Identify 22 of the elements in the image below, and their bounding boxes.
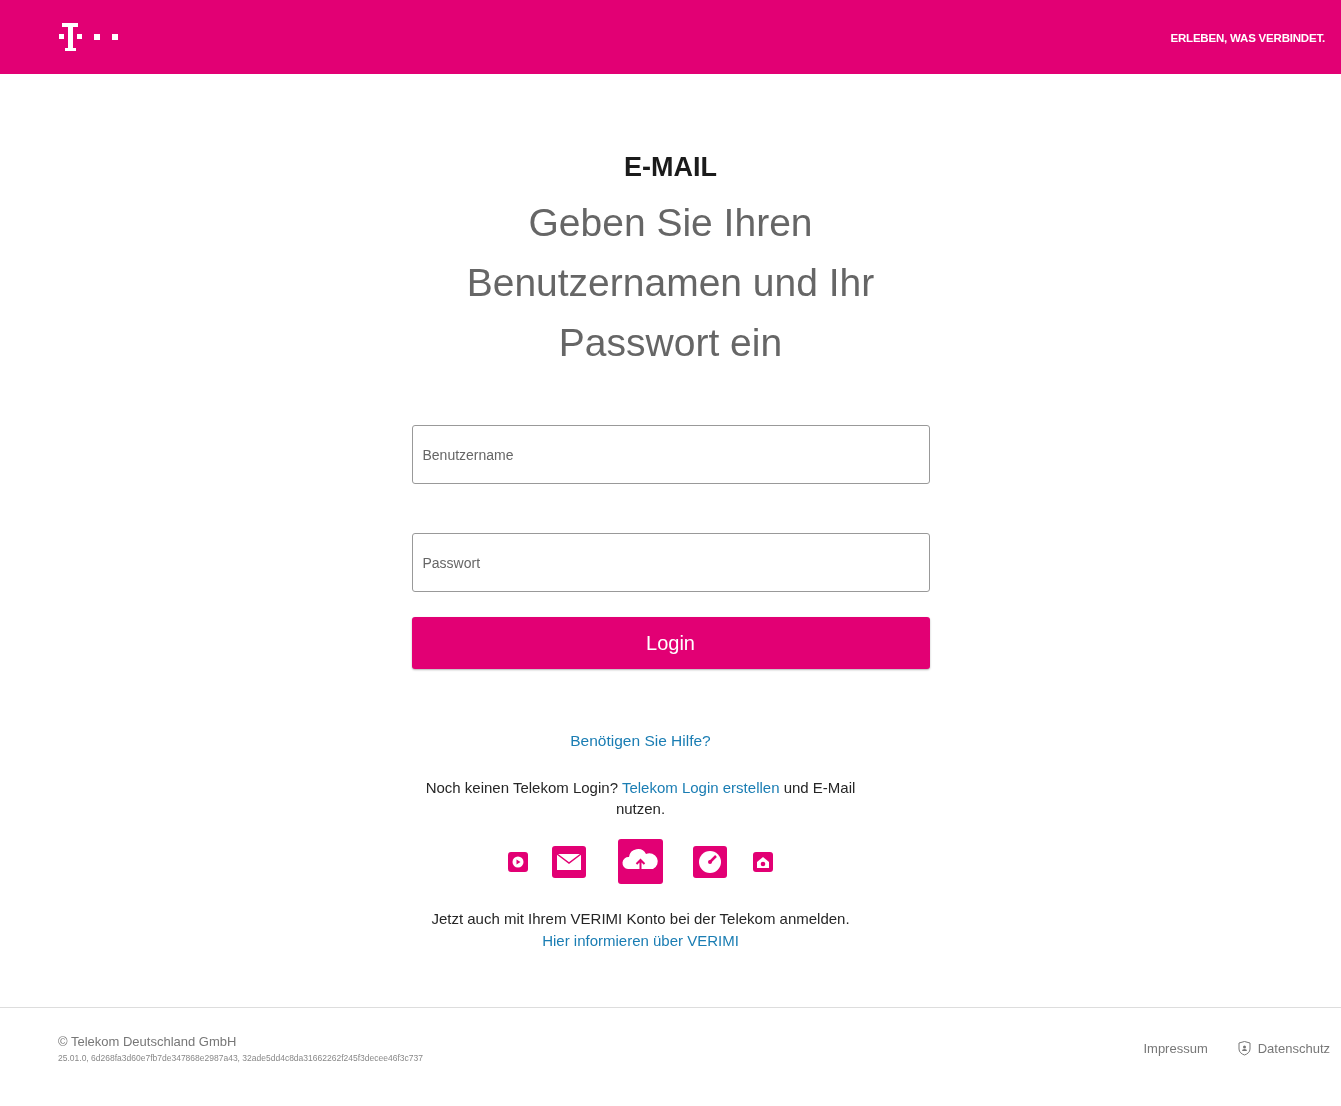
help-link[interactable]: Benötigen Sie Hilfe?	[570, 732, 711, 750]
register-link[interactable]: Telekom Login erstellen	[621, 779, 780, 796]
login-button[interactable]: Login	[411, 617, 930, 669]
home-phone-icon	[753, 851, 773, 872]
play-icon	[508, 851, 528, 872]
verimi-link[interactable]: Hier informieren über VERIMI	[542, 932, 739, 949]
password-field[interactable]: Passwort	[411, 533, 930, 592]
username-field[interactable]: Benutzername	[411, 425, 930, 484]
slogan: ERLEBEN, WAS VERBINDET.	[1170, 31, 1325, 44]
copyright-text: © Telekom Deutschland GmbH	[58, 1034, 238, 1049]
mail-icon	[552, 845, 586, 878]
cloud-upload-icon	[618, 839, 663, 884]
register-text: Noch keinen Telekom Login? Telekom Login erstellen und E-Mail nutzen.	[424, 778, 857, 819]
imprint-link[interactable]: Impressum	[1143, 1041, 1208, 1056]
telekom-logo[interactable]	[58, 21, 120, 53]
shield-icon	[1237, 1041, 1251, 1056]
version-text: 25.01.0, 6d268fa3d60e7fb7de347868e2987a43, 32ade5dd4c8da31662262f245f3decee46f3c737	[58, 1053, 423, 1063]
verimi-text: Jetzt auch mit Ihrem VERIMI Konto bei der Telekom anmelden.	[431, 909, 850, 929]
service-title: E-MAIL	[624, 152, 717, 183]
privacy-link[interactable]: Datenschutz	[1257, 1041, 1330, 1056]
login-heading: Geben Sie Ihren Benutzernamen und Ihr Passwort ein	[465, 200, 876, 366]
speedometer-icon	[693, 845, 727, 878]
